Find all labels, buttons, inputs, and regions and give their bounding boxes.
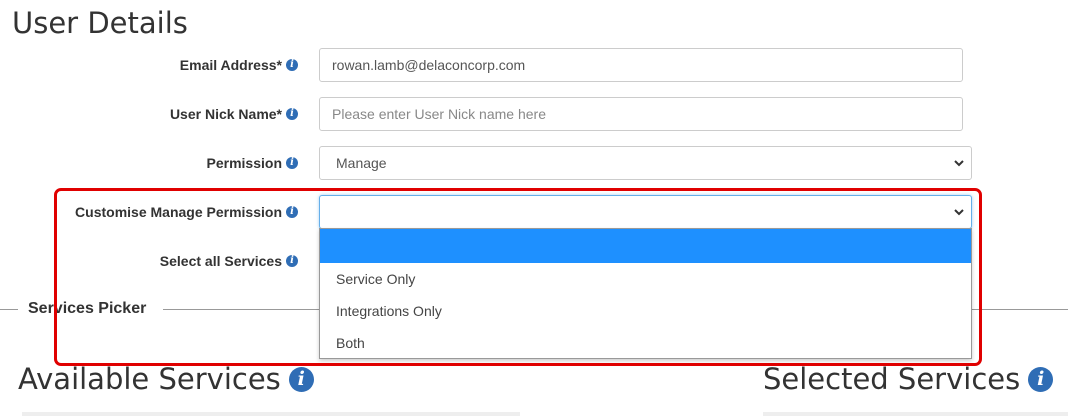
- nickname-field[interactable]: [319, 97, 963, 131]
- permission-label-text: Permission: [206, 155, 282, 171]
- available-services-heading: Available Services i: [18, 361, 314, 397]
- permission-selected-value: Manage: [336, 155, 387, 171]
- nickname-label-text: User Nick Name*: [169, 106, 282, 122]
- selected-services-heading: Selected Services i: [763, 361, 1054, 397]
- select-all-services-label-text: Select all Services: [159, 253, 282, 269]
- info-icon[interactable]: i: [1028, 366, 1054, 392]
- selected-services-title: Selected Services: [763, 362, 1021, 396]
- permission-label: Permission i: [207, 154, 298, 172]
- dropdown-option[interactable]: Both: [320, 327, 971, 359]
- permission-select[interactable]: Manage: [319, 146, 972, 180]
- available-services-title: Available Services: [18, 362, 281, 396]
- info-icon[interactable]: i: [286, 59, 298, 71]
- custom-permission-label-text: Customise Manage Permission: [75, 204, 282, 220]
- nickname-label: User Nick Name* i: [170, 105, 298, 123]
- dropdown-option[interactable]: Integrations Only: [320, 295, 971, 327]
- custom-permission-label: Customise Manage Permission i: [75, 203, 298, 221]
- available-services-panel: [22, 412, 520, 416]
- info-icon[interactable]: i: [286, 255, 298, 267]
- chevron-down-icon: [954, 160, 964, 167]
- selected-services-panel: [763, 412, 1068, 416]
- info-icon[interactable]: i: [286, 206, 298, 218]
- info-icon[interactable]: i: [288, 366, 314, 392]
- page-title: User Details: [12, 6, 188, 40]
- email-field[interactable]: [319, 48, 963, 82]
- chevron-down-icon: [954, 209, 964, 216]
- select-all-services-label: Select all Services i: [160, 252, 298, 270]
- info-icon[interactable]: i: [286, 108, 298, 120]
- services-picker-legend: Services Picker: [28, 300, 147, 317]
- dropdown-option[interactable]: [320, 229, 971, 263]
- dropdown-option[interactable]: Service Only: [320, 263, 971, 295]
- email-label-text: Email Address*: [179, 57, 282, 73]
- info-icon[interactable]: i: [286, 157, 298, 169]
- custom-permission-select[interactable]: [319, 195, 972, 229]
- email-label: Email Address* i: [180, 56, 298, 74]
- fieldset-border-left: [0, 309, 18, 310]
- custom-permission-options[interactable]: Service Only Integrations Only Both: [319, 228, 972, 359]
